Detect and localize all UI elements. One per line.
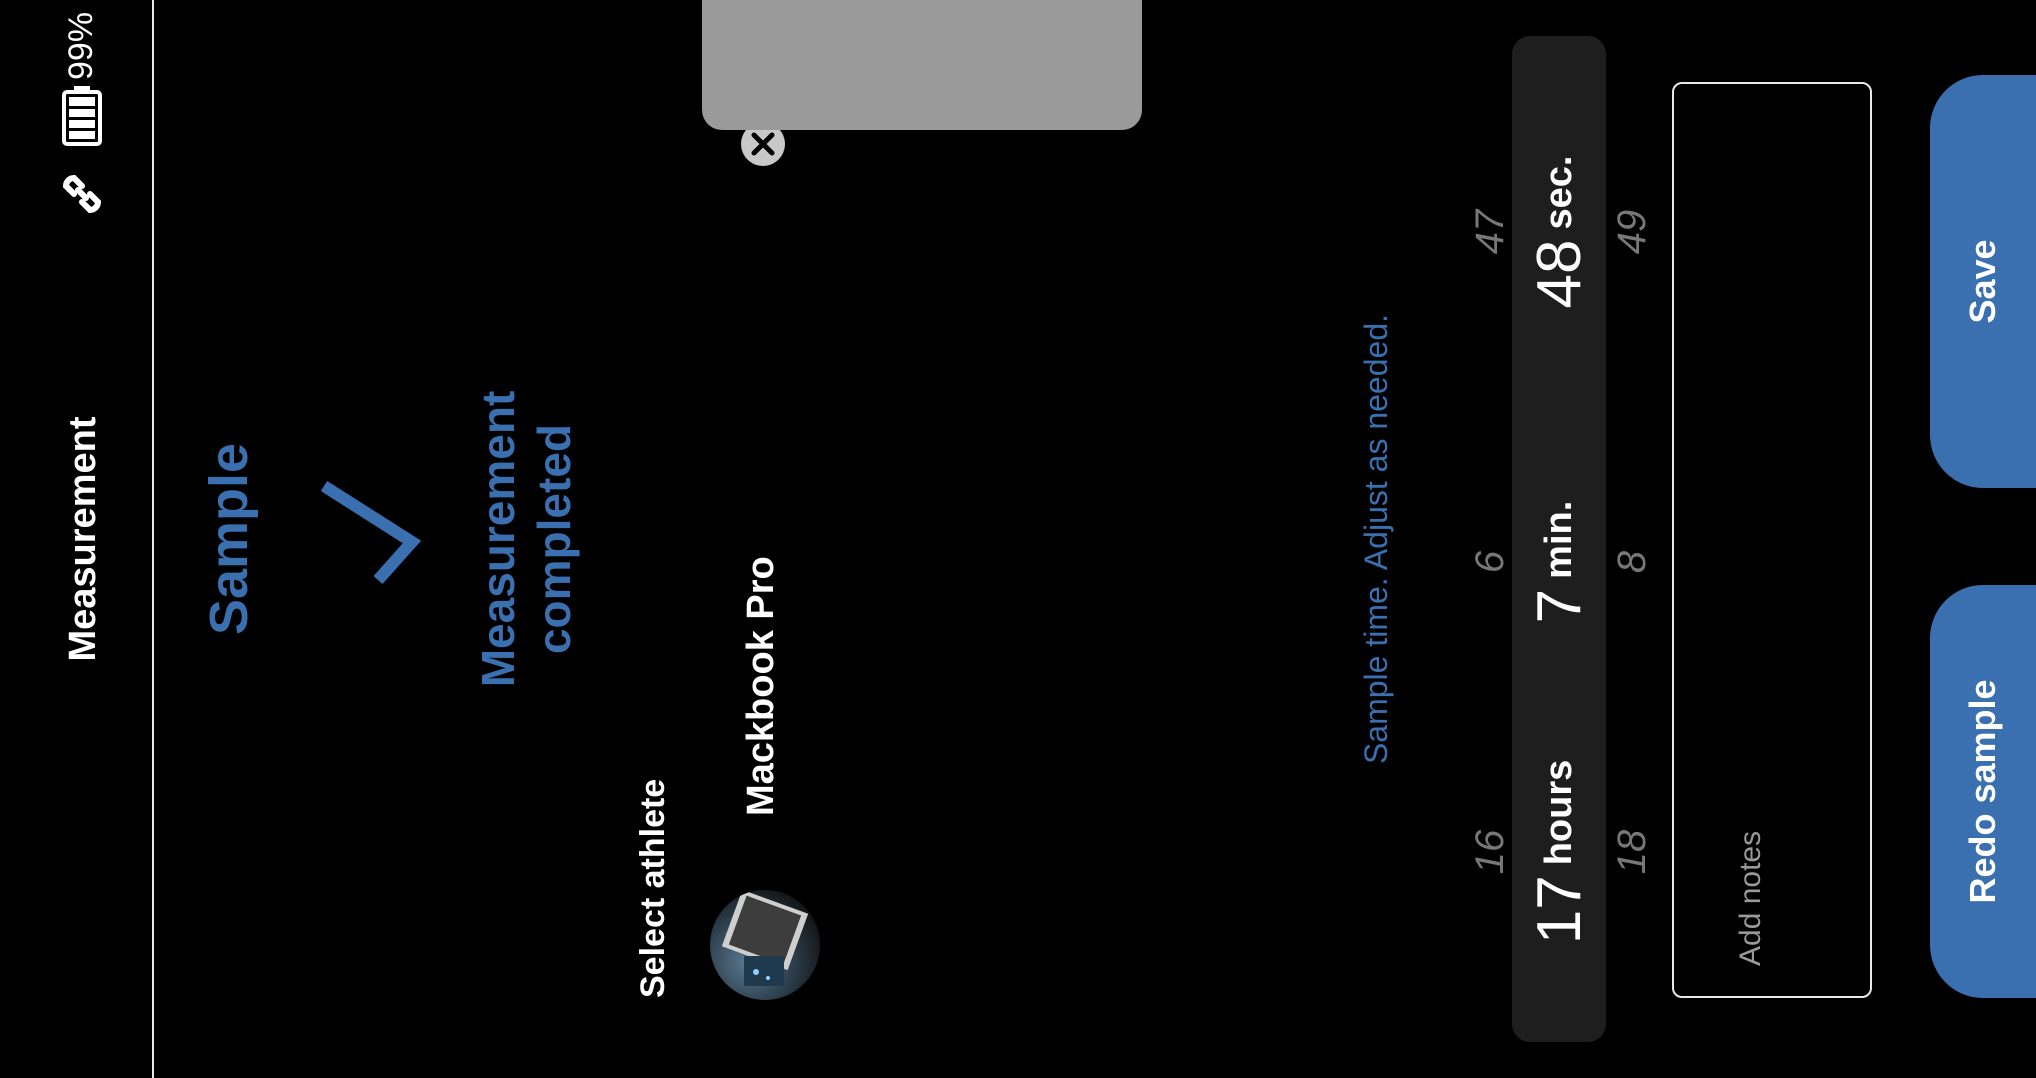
hours-selected[interactable]: 17 hours — [1512, 722, 1606, 982]
hours-prev[interactable]: 16 — [1468, 722, 1513, 982]
save-button[interactable]: Save — [1930, 75, 2036, 488]
battery-percent: 99% — [62, 11, 100, 80]
minutes-unit: min. — [1537, 500, 1580, 579]
minutes-wheel[interactable]: 6 7 min. 8 — [1460, 442, 1680, 682]
measurement-status: Measurement completed — [470, 0, 582, 1078]
drag-handle[interactable] — [702, 0, 1142, 130]
seconds-next[interactable]: 49 — [1610, 112, 1655, 352]
measurement-status-line1: Measurement — [472, 390, 524, 688]
seconds-selected[interactable]: 48 sec. — [1512, 112, 1606, 352]
save-label: Save — [1962, 239, 2003, 324]
hours-unit: hours — [1537, 759, 1580, 866]
minutes-next[interactable]: 8 — [1610, 442, 1655, 682]
link-icon — [52, 164, 112, 224]
seconds-wheel[interactable]: 47 48 sec. 49 — [1460, 112, 1680, 352]
seconds-unit: sec. — [1537, 155, 1580, 230]
select-athlete-label: Select athlete — [634, 778, 672, 998]
minutes-selected[interactable]: 7 min. — [1512, 442, 1606, 682]
sample-time-hint: Sample time. Adjust as needed. — [1358, 313, 1394, 765]
time-picker[interactable]: 16 17 hours 18 6 7 min. 8 47 48 sec. 49 — [1460, 36, 1680, 1042]
notes-input[interactable] — [1672, 82, 1872, 998]
sample-title: Sample — [199, 442, 259, 636]
seconds-value: 48 — [1524, 239, 1594, 309]
redo-sample-button[interactable]: Redo sample — [1930, 585, 2036, 998]
measurement-screen: Measurement 99% Sample Measurement compl… — [0, 0, 2036, 1078]
page-title: Measurement — [62, 416, 104, 662]
minutes-prev[interactable]: 6 — [1468, 442, 1513, 682]
battery-icon — [52, 84, 112, 148]
title-bar: Measurement 99% — [0, 0, 154, 1078]
seconds-prev[interactable]: 47 — [1468, 112, 1513, 352]
hours-wheel[interactable]: 16 17 hours 18 — [1460, 722, 1680, 982]
checkmark-icon — [310, 478, 430, 588]
redo-sample-label: Redo sample — [1962, 679, 2003, 904]
athlete-avatar[interactable] — [710, 890, 820, 1000]
hours-value: 17 — [1524, 875, 1594, 945]
athlete-name[interactable]: Mackbook Pro — [740, 556, 783, 816]
notes-placeholder: Add notes — [1734, 830, 1767, 966]
hours-next[interactable]: 18 — [1610, 722, 1655, 982]
title-divider — [152, 0, 154, 1078]
measurement-status-line2: completed — [528, 423, 580, 655]
minutes-value: 7 — [1524, 588, 1594, 624]
